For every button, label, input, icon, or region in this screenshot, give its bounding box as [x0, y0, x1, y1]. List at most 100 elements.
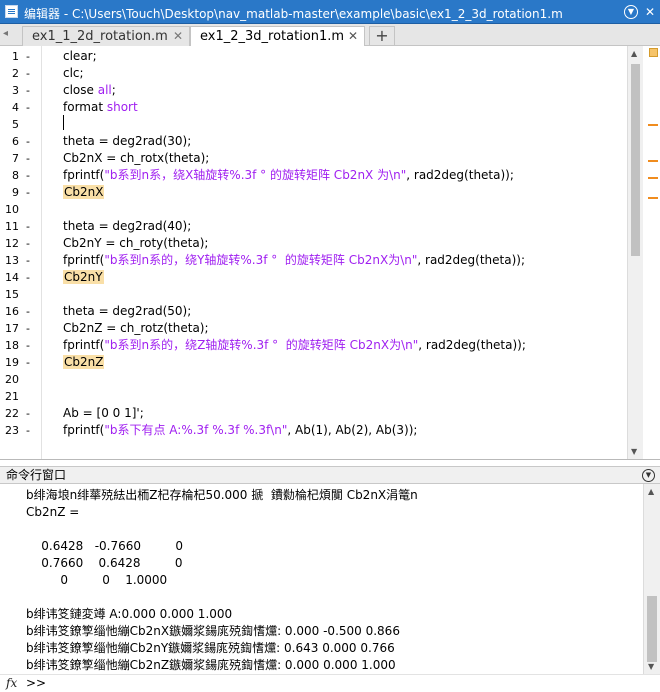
tab-close-icon[interactable]: ✕ — [173, 27, 183, 46]
scrollbar-thumb[interactable] — [647, 596, 657, 662]
code-line[interactable]: theta = deg2rad(40); — [63, 218, 191, 235]
line-number: 1 — [12, 50, 19, 63]
function-browser-icon[interactable]: fx — [6, 675, 17, 692]
code-line[interactable]: Cb2nZ — [63, 354, 105, 371]
code-editor[interactable]: ▲ ▼ 1- clear; 2- clc; 3- close all; 4- format s… — [0, 46, 660, 460]
warning-marker[interactable] — [648, 197, 658, 199]
tab-scroll-icon[interactable]: ◂ — [3, 28, 15, 44]
code-line[interactable]: Ab = [0 0 1]'; — [63, 405, 144, 422]
tab-close-icon[interactable]: ✕ — [348, 27, 358, 46]
code-line[interactable]: theta = deg2rad(50); — [63, 303, 191, 320]
code-line[interactable]: Cb2nY — [63, 269, 104, 286]
line-number: 15 — [5, 288, 19, 301]
code-line[interactable]: fprintf("b系下有点 A:%.3f %.3f %.3f\n", Ab(1… — [63, 422, 417, 439]
line-gutter: 8- — [0, 167, 36, 184]
line-gutter: 14- — [0, 269, 36, 286]
breakpoint-dash[interactable]: - — [26, 235, 30, 252]
output-line: b绯讳笅鏈変竴 A:0.000 0.000 1.000 — [26, 607, 233, 621]
line-number: 2 — [12, 67, 19, 80]
code-line[interactable]: clc; — [63, 65, 84, 82]
warning-marker[interactable] — [648, 124, 658, 126]
scroll-up-icon[interactable]: ▲ — [631, 49, 637, 58]
line-gutter: 5 — [0, 116, 36, 133]
scroll-up-icon[interactable]: ▲ — [648, 487, 654, 496]
warning-marker[interactable] — [648, 177, 658, 179]
breakpoint-dash[interactable]: - — [26, 99, 30, 116]
breakpoint-dash[interactable]: - — [26, 167, 30, 184]
line-number: 17 — [5, 322, 19, 335]
code-line[interactable]: clear; — [63, 48, 97, 65]
string-literal: "b系下有点 A:%.3f %.3f %.3f\n" — [104, 423, 288, 437]
code-line[interactable]: fprintf("b系到n系，绕X轴旋转%.3f ° 的旋转矩阵 Cb2nX 为… — [63, 167, 514, 184]
tab-bar: ◂ ex1_1_2d_rotation.m ✕ ex1_2_3d_rotatio… — [0, 24, 660, 47]
breakpoint-dash[interactable]: - — [26, 354, 30, 371]
line-gutter: 10 — [0, 201, 36, 218]
code-token: fprintf( — [63, 168, 105, 182]
code-line[interactable]: Cb2nZ = ch_rotz(theta); — [63, 320, 209, 337]
line-number: 13 — [5, 254, 19, 267]
line-gutter: 7- — [0, 150, 36, 167]
editor-title-bar: 编辑器 - C:\Users\Touch\Desktop\nav_matlab-… — [0, 0, 660, 24]
code-line[interactable]: close all; — [63, 82, 116, 99]
code-line[interactable]: Cb2nX = ch_rotx(theta); — [63, 150, 209, 167]
code-line[interactable]: fprintf("b系到n系的，绕Z轴旋转%.3f ° 的旋转矩阵 Cb2nX为… — [63, 337, 526, 354]
code-line[interactable]: Cb2nX — [63, 184, 105, 201]
code-token: theta = deg2rad(40); — [63, 219, 192, 233]
breakpoint-dash[interactable]: - — [26, 184, 30, 201]
code-analyzer-status-icon[interactable] — [649, 48, 658, 57]
line-number: 16 — [5, 305, 19, 318]
breakpoint-dash[interactable]: - — [26, 252, 30, 269]
breakpoint-dash[interactable]: - — [26, 269, 30, 286]
line-gutter: 19- — [0, 354, 36, 371]
breakpoint-dash[interactable]: - — [26, 150, 30, 167]
command-prompt-row[interactable]: fx >> — [0, 674, 660, 692]
breakpoint-dash[interactable]: - — [26, 218, 30, 235]
add-tab-button[interactable]: + — [369, 26, 395, 45]
line-number: 20 — [5, 373, 19, 386]
line-gutter: 22- — [0, 405, 36, 422]
breakpoint-dash[interactable]: - — [26, 422, 30, 439]
text-cursor — [63, 115, 64, 130]
breakpoint-dash[interactable]: - — [26, 48, 30, 65]
highlighted-variable: Cb2nX — [63, 185, 105, 199]
tab-ex1-2-3d-rotation1[interactable]: ex1_2_3d_rotation1.m ✕ — [190, 26, 365, 47]
line-number: 11 — [5, 220, 19, 233]
code-line[interactable]: format short — [63, 99, 138, 116]
command-window-scrollbar[interactable]: ▲ ▼ — [643, 484, 660, 674]
scroll-down-icon[interactable]: ▼ — [648, 662, 654, 671]
window-menu-icon[interactable]: ▼ — [624, 5, 638, 19]
breakpoint-dash[interactable]: - — [26, 303, 30, 320]
breakpoint-dash[interactable]: - — [26, 337, 30, 354]
breakpoint-dash[interactable]: - — [26, 320, 30, 337]
code-line[interactable]: theta = deg2rad(30); — [63, 133, 191, 150]
line-number: 7 — [12, 152, 19, 165]
output-line: 0.6428 -0.7660 0 — [26, 539, 183, 553]
editor-vertical-scrollbar[interactable]: ▲ ▼ — [627, 46, 643, 459]
tab-ex1-1-2d-rotation[interactable]: ex1_1_2d_rotation.m ✕ — [22, 26, 190, 46]
output-line: 0.7660 0.6428 0 — [26, 556, 183, 570]
line-number: 14 — [5, 271, 19, 284]
highlighted-variable: Cb2nZ — [63, 355, 105, 369]
breakpoint-dash[interactable]: - — [26, 82, 30, 99]
code-line[interactable]: fprintf("b系到n系的，绕Y轴旋转%.3f ° 的旋转矩阵 Cb2nX为… — [63, 252, 525, 269]
warning-marker[interactable] — [648, 160, 658, 162]
breakpoint-dash[interactable]: - — [26, 65, 30, 82]
command-window-menu-icon[interactable]: ▼ — [642, 469, 655, 482]
line-gutter: 12- — [0, 235, 36, 252]
code-analyzer-bar — [643, 46, 660, 459]
line-gutter: 2- — [0, 65, 36, 82]
scrollbar-thumb[interactable] — [631, 64, 640, 256]
scroll-down-icon[interactable]: ▼ — [631, 447, 637, 456]
line-number: 21 — [5, 390, 19, 403]
command-window-title: 命令行窗口 — [6, 468, 67, 482]
editor-app-icon — [5, 5, 18, 18]
breakpoint-dash[interactable]: - — [26, 405, 30, 422]
code-line[interactable]: Cb2nY = ch_roty(theta); — [63, 235, 208, 252]
line-number: 10 — [5, 203, 19, 216]
window-close-icon[interactable]: ✕ — [643, 5, 657, 19]
line-number: 8 — [12, 169, 19, 182]
breakpoint-dash[interactable]: - — [26, 133, 30, 150]
command-window-output[interactable]: ▲ ▼ b绯海埌n绯蕐殑紶出栭Z杞存棆杞50.000 搋 鐨勬棆杞煩闃 Cb2n… — [0, 484, 660, 674]
code-token: Cb2nX = ch_rotx(theta); — [63, 151, 210, 165]
code-token: , Ab(1), Ab(2), Ab(3)); — [287, 423, 418, 437]
